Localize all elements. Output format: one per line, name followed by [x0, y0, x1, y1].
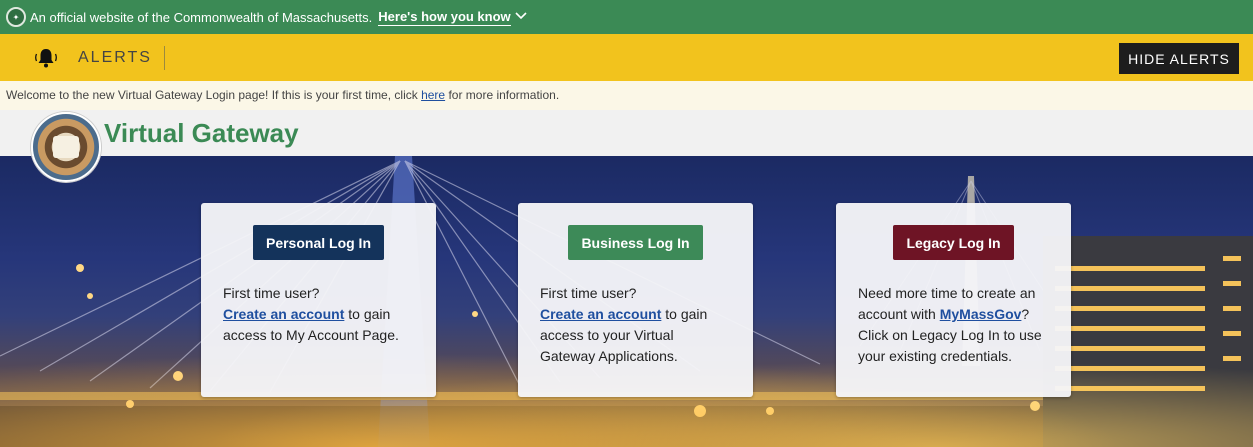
hide-alerts-button[interactable]: HIDE ALERTS [1119, 43, 1239, 74]
create-account-link-personal[interactable]: Create an account [223, 306, 344, 322]
page: ✦ An official website of the Commonwealt… [0, 0, 1253, 447]
heres-how-you-know-link[interactable]: Here's how you know [378, 9, 511, 26]
create-account-link-business[interactable]: Create an account [540, 306, 661, 322]
official-website-text: An official website of the Commonwealth … [30, 9, 373, 25]
mymassgov-link[interactable]: MyMassGov [940, 306, 1022, 322]
bell-icon [34, 46, 58, 70]
business-login-button[interactable]: Business Log In [568, 225, 703, 260]
personal-card-text: First time user? Create an account to gai… [223, 283, 414, 346]
welcome-text-end: for more information. [445, 88, 560, 102]
hero-bridge-image: Personal Log In First time user? Create a… [0, 156, 1253, 447]
welcome-text: Welcome to the new Virtual Gateway Login… [6, 88, 422, 102]
personal-login-card: Personal Log In First time user? Create a… [201, 203, 436, 397]
page-title: Virtual Gateway [104, 118, 299, 148]
alerts-bar: ALERTS HIDE ALERTS [0, 34, 1253, 81]
legacy-login-button[interactable]: Legacy Log In [893, 225, 1014, 260]
chevron-down-icon[interactable] [515, 11, 527, 23]
first-time-user-text: First time user? [540, 285, 637, 301]
personal-login-button[interactable]: Personal Log In [252, 225, 384, 260]
massachusetts-seal-icon: ✦ [6, 7, 26, 27]
legacy-login-card: Legacy Log In Need more time to create a… [836, 203, 1071, 397]
first-time-user-text: First time user? [223, 285, 320, 301]
business-login-card: Business Log In First time user? Create a… [518, 203, 753, 397]
welcome-here-link[interactable]: here [421, 88, 445, 102]
official-website-banner: ✦ An official website of the Commonwealt… [0, 0, 1253, 34]
legacy-card-text: Need more time to create an account with… [858, 283, 1049, 367]
virtual-gateway-logo [31, 112, 101, 182]
business-card-text: First time user? Create an account to gai… [540, 283, 731, 367]
alerts-label: ALERTS [78, 45, 165, 70]
logo-badge-icon [53, 136, 79, 158]
welcome-message: Welcome to the new Virtual Gateway Login… [0, 81, 1253, 110]
